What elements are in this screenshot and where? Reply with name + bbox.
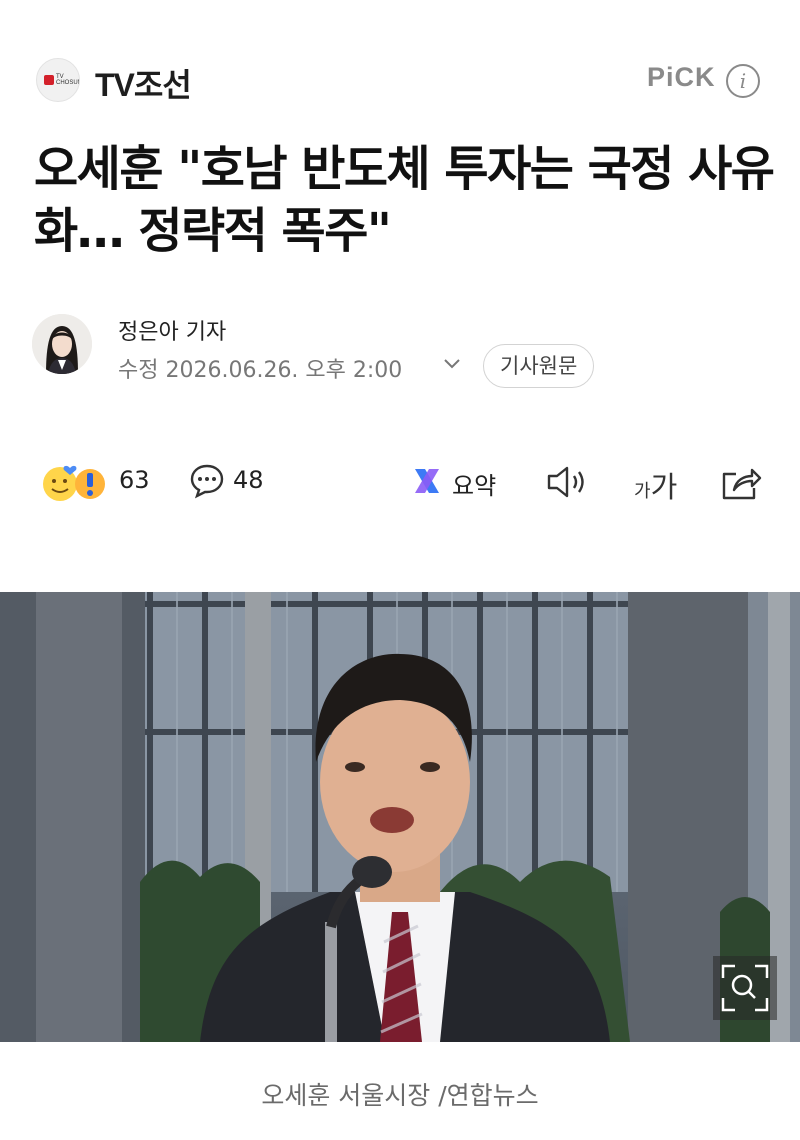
pick-badge: PiCK xyxy=(647,62,716,92)
speaker-icon[interactable] xyxy=(545,464,589,500)
logo-mark-icon xyxy=(44,75,54,85)
comments-count[interactable]: 48 xyxy=(233,466,264,494)
press-name[interactable]: TV조선 xyxy=(95,60,192,106)
font-size-big: 가 xyxy=(650,470,678,504)
article-photo[interactable] xyxy=(0,592,800,1042)
press-header: TV CHOSUN TV조선 PiCK i xyxy=(0,0,800,130)
photo-caption: 오세훈 서울시장 /연합뉴스 xyxy=(261,1081,539,1110)
zoom-icon[interactable] xyxy=(713,956,777,1020)
press-logo[interactable]: TV CHOSUN xyxy=(36,58,80,102)
chevron-down-icon[interactable] xyxy=(441,352,463,379)
font-size-small: 가 xyxy=(634,481,651,502)
logo-text: TV CHOSUN xyxy=(56,74,80,86)
reactions-count[interactable]: 63 xyxy=(119,466,150,494)
reporter-avatar[interactable] xyxy=(32,314,92,374)
info-icon[interactable]: i xyxy=(726,64,760,98)
font-size-icon[interactable]: 가가 xyxy=(634,464,677,506)
article-date: 수정 2026.06.26. 오후 2:00 xyxy=(118,358,403,383)
share-icon[interactable] xyxy=(720,462,762,502)
original-article-button[interactable]: 기사원문 xyxy=(483,344,595,388)
article-headline: 오세훈 "호남 반도체 투자는 국정 사유화… 정략적 폭주" xyxy=(34,141,775,259)
reaction-emoji-icon[interactable] xyxy=(40,462,110,504)
summary-icon[interactable] xyxy=(412,466,442,496)
summary-button[interactable]: 요약 xyxy=(452,466,496,501)
reporter-name[interactable]: 정은아 기자 xyxy=(118,314,226,346)
comment-icon[interactable] xyxy=(188,462,226,500)
